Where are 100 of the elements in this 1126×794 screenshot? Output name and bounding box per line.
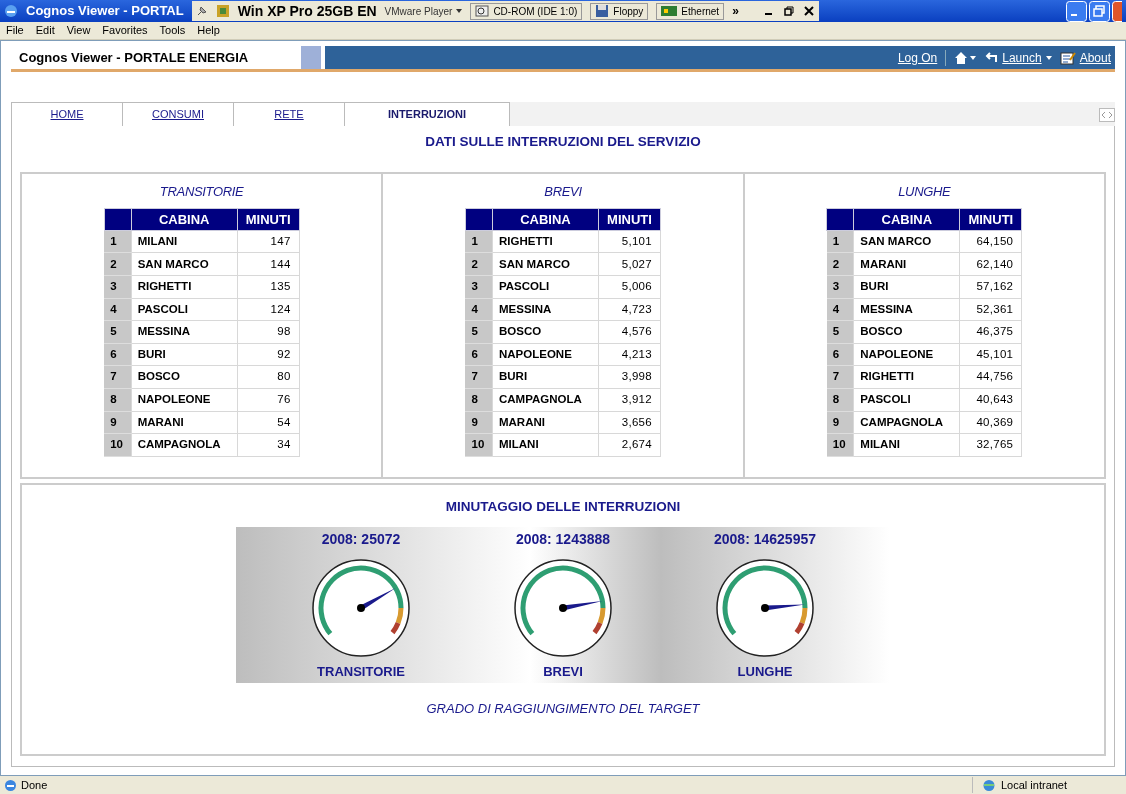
home-icon[interactable] [954,50,969,65]
caret-icon[interactable] [1045,55,1052,60]
column-header: MINUTI [598,208,661,231]
table-cell: MESSINA [853,298,960,321]
rank-cell: 6 [826,343,854,366]
table-cell: NAPOLEONE [131,388,238,411]
table-cell: 4,576 [598,320,661,344]
rank-cell: 10 [104,433,132,457]
rank-cell: 7 [104,365,132,389]
caret-icon[interactable] [970,55,977,60]
table-cell: PASCOLI [492,275,599,299]
header-cell [465,208,493,231]
table-cell: 92 [237,343,300,366]
gauge-label: BREVI [543,662,583,681]
table-cell: 147 [237,230,300,253]
table-cell: NAPOLEONE [492,343,599,366]
device-button[interactable]: Ethernet [656,2,725,20]
table-cell: 3,912 [598,388,661,411]
restore-icon[interactable] [782,5,795,17]
table-cell: 2,674 [598,433,661,457]
rank-cell: 8 [465,388,493,411]
table-cell: 32,765 [959,433,1022,457]
status-text: Done [21,777,48,793]
vmware-player-menu[interactable]: VMware Player [384,3,463,19]
table-cell: NAPOLEONE [853,343,960,366]
table-cell: 5,006 [598,275,661,299]
pin-icon[interactable] [195,5,208,17]
launch-menu[interactable]: Launch [1002,48,1042,67]
table-cell: 44,756 [959,365,1022,389]
rank-cell: 4 [826,298,854,321]
table-cell: 135 [237,275,300,299]
table-cell: MILANI [492,433,599,457]
rank-cell: 6 [104,343,132,366]
table-cell: 80 [237,365,300,389]
gauge-value: 2008: 1243888 [515,529,611,549]
tab[interactable]: INTERRUZIONI [344,102,510,126]
section-title: MINUTAGGIO DELLE INTERRUZIONI [445,497,681,516]
window-title: Cognos Viewer - PORTAL [26,2,184,21]
rank-cell: 5 [826,320,854,344]
table-title: LUNGHE [898,183,951,202]
table-cell: 4,213 [598,343,661,366]
table-cell: 3,998 [598,365,661,389]
scroll-arrows-icon[interactable] [1099,108,1115,122]
table-cell: MARANI [131,411,238,434]
table-cell: 54 [237,411,300,434]
zone-text: Local intranet [1001,777,1068,793]
table-cell: MARANI [853,252,960,276]
column-header: CABINA [853,208,960,231]
caret-icon[interactable] [456,9,463,13]
menu-item[interactable]: Edit [35,22,55,39]
table-cell: BOSCO [853,320,960,344]
table-cell: CAMPAGNOLA [131,433,238,457]
column-header: MINUTI [959,208,1022,231]
tab[interactable]: RETE [233,102,345,126]
header-cell [104,208,132,231]
menu-item[interactable]: Favorites [102,22,148,39]
rank-cell: 9 [826,411,854,434]
table-cell: MILANI [131,230,238,253]
rank-cell: 1 [104,230,132,253]
notepad-icon[interactable] [1059,50,1076,65]
caption: GRADO DI RAGGIUNGIMENTO DEL TARGET [426,699,700,718]
table-cell: PASCOLI [853,388,960,411]
menu-item[interactable]: View [66,22,91,39]
table-cell: 64,150 [959,230,1022,253]
vm-icon[interactable] [215,4,230,18]
about-link[interactable]: About [1059,48,1111,67]
rank-cell: 3 [826,275,854,299]
table-cell: SAN MARCO [492,252,599,276]
more-button[interactable]: » [732,2,739,20]
column-header: CABINA [131,208,238,231]
device-button[interactable]: Floppy [590,2,649,20]
menu-item[interactable]: Help [197,22,220,39]
table-cell: 62,140 [959,252,1022,276]
tab[interactable]: CONSUMI [122,102,234,126]
table-cell: BOSCO [492,320,599,344]
table-cell: RIGHETTI [131,275,238,299]
header-accent [301,46,321,69]
rank-cell: 10 [826,433,854,457]
table-cell: 40,369 [959,411,1022,434]
rank-cell: 9 [465,411,493,434]
table-cell: RIGHETTI [492,230,599,253]
menu-item[interactable]: File [6,22,24,39]
log-on-link[interactable]: Log On [897,48,938,67]
table-cell: BURI [492,365,599,389]
table-title: BREVI [544,183,582,202]
maximize-icon[interactable] [1089,0,1110,22]
rank-cell: 7 [465,365,493,389]
device-button[interactable]: CD-ROM (IDE 1:0) [470,2,583,20]
return-arrow-icon[interactable] [984,51,999,64]
tab[interactable]: HOME [11,102,123,126]
rank-cell: 9 [104,411,132,434]
table-cell: 40,643 [959,388,1022,411]
table-cell: 144 [237,252,300,276]
table-cell: 57,162 [959,275,1022,299]
rank-cell: 4 [465,298,493,321]
table-cell: PASCOLI [131,298,238,321]
floppy-icon [595,4,610,18]
table-cell: BURI [853,275,960,299]
menu-item[interactable]: Tools [159,22,186,39]
table-cell: CAMPAGNOLA [492,388,599,411]
